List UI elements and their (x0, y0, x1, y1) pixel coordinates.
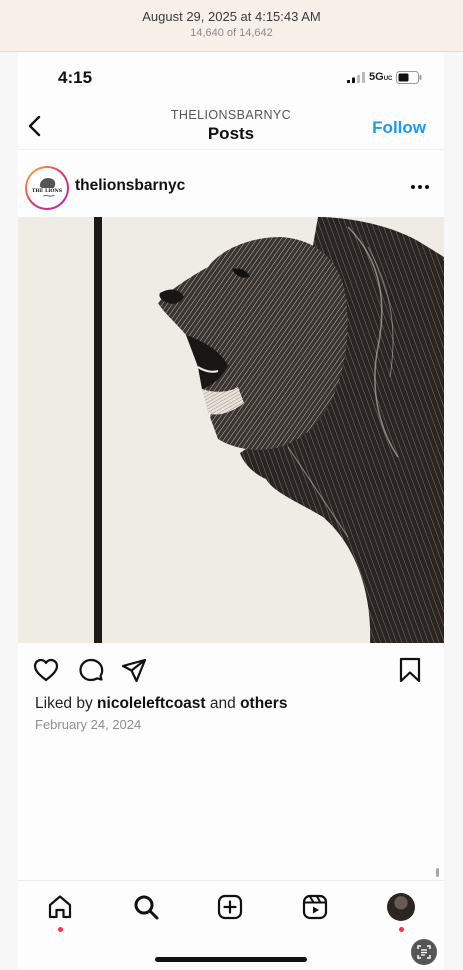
lion-engraving-illustration (18, 217, 444, 643)
svg-text:THE LIONS: THE LIONS (32, 188, 63, 194)
top-navigation: THELIONSBARNYC Posts Follow (18, 104, 444, 150)
home-icon (48, 895, 72, 919)
scroll-indicator (436, 868, 439, 877)
battery-icon (396, 71, 422, 84)
bookmark-icon[interactable] (396, 656, 424, 684)
reels-icon (302, 894, 328, 920)
post-username[interactable]: thelionsbarnyc (75, 177, 185, 195)
liked-others-link[interactable]: others (240, 695, 287, 712)
post-actions (18, 656, 444, 686)
lion-logo-icon: THE LIONS (29, 170, 65, 206)
search-icon (134, 895, 159, 920)
avatar: THE LIONS (27, 168, 67, 208)
likes-summary: Liked by nicoleleftcoast and others (35, 695, 287, 713)
tab-create[interactable] (216, 893, 244, 921)
tab-reels[interactable] (301, 893, 329, 921)
story-ring[interactable]: THE LIONS (25, 166, 69, 210)
home-indicator[interactable] (155, 957, 307, 962)
status-bar: 4:15 5GUC (18, 52, 444, 104)
post-header: THE LIONS thelionsbarnyc (18, 162, 444, 212)
tab-search[interactable] (132, 893, 160, 921)
liked-user-link[interactable]: nicoleleftcoast (97, 695, 206, 712)
profile-notification-dot (399, 927, 404, 932)
network-type: 5GUC (369, 71, 393, 83)
heart-icon[interactable] (32, 656, 60, 684)
tab-home[interactable] (46, 893, 74, 921)
profile-avatar-icon[interactable] (387, 893, 415, 921)
comment-icon[interactable] (77, 656, 105, 684)
plus-square-icon (217, 894, 243, 920)
liked-and-label: and (209, 695, 236, 712)
post-image[interactable] (18, 217, 444, 643)
post-date: February 24, 2024 (35, 717, 142, 732)
photos-header: August 29, 2025 at 4:15:43 AM 14,640 of … (0, 0, 463, 52)
status-time: 4:15 (58, 68, 93, 87)
liked-by-label: Liked by (35, 695, 93, 712)
cellular-signal-icon (347, 72, 365, 83)
live-text-icon[interactable] (411, 939, 437, 965)
photo-count: 14,640 of 14,642 (190, 27, 273, 39)
bottom-tab-bar (18, 880, 444, 940)
instagram-screen: 4:15 5GUC THELIONSBARNYC Posts Follow TH… (18, 52, 444, 970)
home-notification-dot (58, 927, 63, 932)
follow-button[interactable]: Follow (372, 118, 426, 138)
photo-timestamp: August 29, 2025 at 4:15:43 AM (142, 9, 321, 24)
send-icon[interactable] (120, 656, 148, 684)
more-horizontal-icon[interactable] (410, 184, 430, 190)
